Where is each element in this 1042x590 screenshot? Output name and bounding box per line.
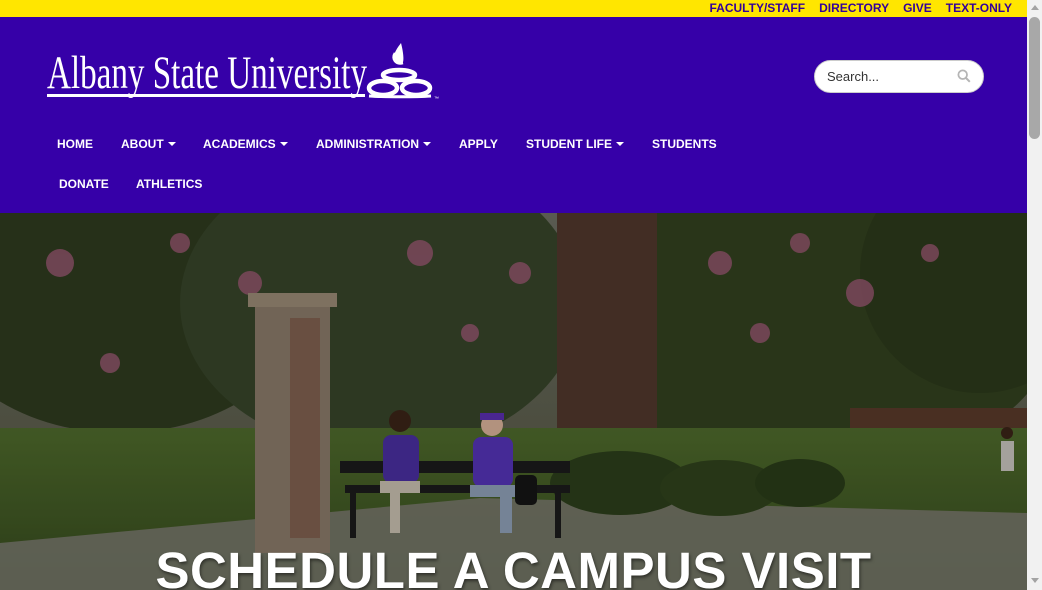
utility-link-give[interactable]: GIVE [903,0,932,17]
nav-item-label: ABOUT [121,137,164,151]
nav-item-label: ADMINISTRATION [316,137,420,151]
utility-link-directory[interactable]: DIRECTORY [819,0,889,17]
nav-item-label: APPLY [459,137,498,151]
scroll-down-arrow-icon[interactable] [1031,578,1039,583]
chevron-down-icon [167,142,176,146]
chevron-down-icon [616,142,624,146]
logo-wordmark: Albany State University ™ [47,43,439,102]
scrollbar-thumb[interactable] [1029,17,1040,139]
university-flame-emblem [366,43,433,99]
nav-item-students[interactable]: STUDENTS [652,137,717,151]
svg-text:Albany State University: Albany State University [47,47,367,99]
scroll-up-arrow-icon[interactable] [1031,5,1039,10]
nav-item-label: HOME [57,137,93,151]
nav-item-label: STUDENT LIFE [526,137,612,151]
nav-item-athletics[interactable]: ATHLETICS [136,177,202,191]
university-logo[interactable]: Albany State University ™ [46,41,442,103]
campus-photo [0,213,1027,590]
nav-item-label: DONATE [59,177,109,191]
nav-item-student-life[interactable]: STUDENT LIFE [526,137,624,151]
utility-bar: FACULTY/STAFF DIRECTORY GIVE TEXT-ONLY [0,0,1027,17]
nav-item-apply[interactable]: APPLY [459,137,498,151]
search-input[interactable] [827,69,949,84]
chevron-down-icon [423,142,432,146]
nav-item-label: STUDENTS [652,137,717,151]
nav-item-home[interactable]: HOME [57,137,93,151]
hero-title: SCHEDULE A CAMPUS VISIT [155,542,872,590]
nav-item-label: ATHLETICS [136,177,203,191]
nav-item-administration[interactable]: ADMINISTRATION [316,137,432,151]
hero-banner: SCHEDULE A CAMPUS VISIT [0,213,1027,590]
page-scrollbar[interactable] [1027,0,1042,590]
chevron-down-icon [279,142,288,146]
search-icon[interactable] [957,69,971,83]
utility-link-text-only[interactable]: TEXT-ONLY [946,0,1012,17]
utility-link-faculty-staff[interactable]: FACULTY/STAFF [710,0,806,17]
site-header: Albany State University ™ HOME ABOUT [0,17,1027,213]
nav-item-academics[interactable]: ACADEMICS [203,137,288,151]
nav-item-donate[interactable]: DONATE [59,177,109,191]
svg-text:™: ™ [434,96,439,102]
nav-item-about[interactable]: ABOUT [121,137,176,151]
nav-item-label: ACADEMICS [203,137,276,151]
site-search [814,60,984,93]
